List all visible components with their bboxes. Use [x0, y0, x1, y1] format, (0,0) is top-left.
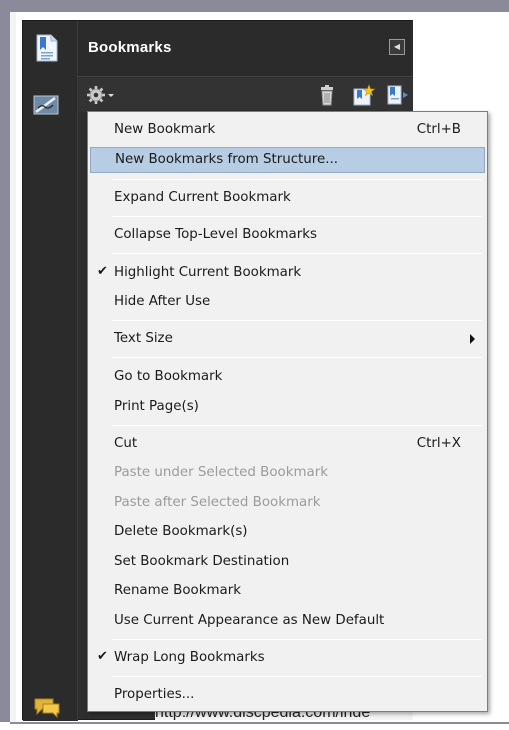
- menu-item-label: Paste under Selected Bookmark: [114, 465, 329, 480]
- menu-item-label: Highlight Current Bookmark: [114, 265, 302, 280]
- menu-item-label: Go to Bookmark: [114, 369, 223, 384]
- expand-bookmark-icon[interactable]: [386, 84, 408, 106]
- menu-item-use-current-appearance[interactable]: Use Current Appearance as New Default: [88, 608, 487, 634]
- menu-item-rename-bookmark[interactable]: Rename Bookmark: [88, 578, 487, 604]
- menu-item-label: Text Size: [114, 331, 173, 346]
- menu-item-hide-after-use[interactable]: Hide After Use: [88, 289, 487, 315]
- comment-bubbles-icon[interactable]: [33, 696, 61, 722]
- menu-separator: [112, 179, 482, 180]
- window-frame-bottom: [10, 722, 509, 724]
- menu-separator: [112, 253, 482, 254]
- menu-item-shortcut: Ctrl+B: [416, 122, 461, 137]
- gear-icon: [87, 86, 114, 104]
- menu-item-label: New Bookmark: [114, 122, 216, 137]
- menu-item-set-bookmark-destination[interactable]: Set Bookmark Destination: [88, 549, 487, 575]
- panel-title: Bookmarks: [88, 39, 172, 56]
- menu-item-label: Hide After Use: [114, 294, 211, 309]
- menu-item-text-size[interactable]: Text Size: [88, 326, 487, 352]
- signature-pen-icon[interactable]: [33, 94, 61, 120]
- bookmarks-options-menu: New Bookmark Ctrl+B New Bookmarks from S…: [87, 111, 488, 712]
- menu-item-cut[interactable]: Cut Ctrl+X: [88, 431, 487, 457]
- menu-item-new-bookmarks-from-structure[interactable]: New Bookmarks from Structure...: [90, 147, 485, 173]
- menu-item-label: Cut: [114, 436, 138, 451]
- menu-item-paste-under-selected-bookmark: Paste under Selected Bookmark: [88, 460, 487, 486]
- menu-item-properties[interactable]: Properties...: [88, 682, 487, 708]
- menu-separator: [112, 357, 482, 358]
- menu-item-paste-after-selected-bookmark: Paste after Selected Bookmark: [88, 490, 487, 516]
- menu-separator: [112, 425, 482, 426]
- menu-item-label: Set Bookmark Destination: [114, 554, 290, 569]
- new-bookmark-icon[interactable]: [352, 84, 376, 106]
- checkmark-icon: ✔: [97, 264, 108, 279]
- submenu-arrow-icon: [470, 334, 475, 344]
- menu-item-label: Use Current Appearance as New Default: [114, 613, 385, 628]
- menu-separator: [112, 320, 482, 321]
- menu-item-highlight-current-bookmark[interactable]: ✔ Highlight Current Bookmark: [88, 260, 487, 286]
- menu-item-print-pages[interactable]: Print Page(s): [88, 394, 487, 420]
- menu-item-wrap-long-bookmarks[interactable]: ✔ Wrap Long Bookmarks: [88, 645, 487, 671]
- bookmarks-panel-header: Bookmarks ◀: [78, 21, 413, 77]
- window-frame-top: [0, 0, 509, 12]
- menu-item-label: Expand Current Bookmark: [114, 190, 291, 205]
- menu-item-expand-current-bookmark[interactable]: Expand Current Bookmark: [88, 185, 487, 211]
- menu-item-label: Wrap Long Bookmarks: [114, 650, 265, 665]
- menu-item-label: New Bookmarks from Structure...: [115, 152, 339, 167]
- menu-item-collapse-top-level-bookmarks[interactable]: Collapse Top-Level Bookmarks: [88, 222, 487, 248]
- options-menu-button[interactable]: [86, 84, 114, 106]
- menu-item-go-to-bookmark[interactable]: Go to Bookmark: [88, 364, 487, 390]
- bookmark-document-icon[interactable]: [35, 34, 59, 66]
- bookmarks-toolbar: [78, 78, 413, 112]
- window-frame-left: [0, 0, 10, 722]
- menu-item-label: Delete Bookmark(s): [114, 524, 248, 539]
- menu-separator: [112, 216, 482, 217]
- menu-item-delete-bookmarks[interactable]: Delete Bookmark(s): [88, 519, 487, 545]
- checkmark-icon: ✔: [97, 649, 108, 664]
- menu-separator: [112, 639, 482, 640]
- window-frame-inner: [10, 12, 16, 722]
- trash-icon[interactable]: [316, 84, 338, 106]
- menu-item-label: Print Page(s): [114, 399, 199, 414]
- menu-item-new-bookmark[interactable]: New Bookmark Ctrl+B: [88, 117, 487, 143]
- menu-separator: [112, 676, 482, 677]
- collapse-panel-icon[interactable]: ◀: [389, 39, 405, 55]
- menu-item-label: Rename Bookmark: [114, 583, 242, 598]
- menu-item-label: Collapse Top-Level Bookmarks: [114, 227, 318, 242]
- menu-item-shortcut: Ctrl+X: [416, 436, 461, 451]
- navigation-toolstrip: [23, 21, 78, 721]
- menu-item-label: Properties...: [114, 687, 195, 702]
- menu-item-label: Paste after Selected Bookmark: [114, 495, 321, 510]
